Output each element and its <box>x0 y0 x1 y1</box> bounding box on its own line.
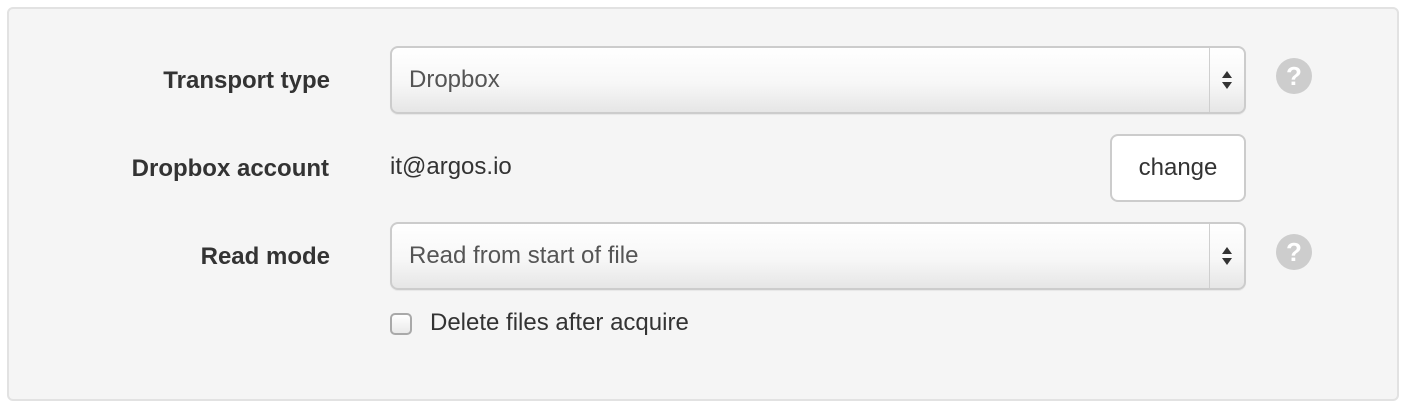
dropbox-account-value: it@argos.io <box>390 153 512 180</box>
transport-type-label: Transport type <box>163 67 330 94</box>
dropbox-account-label: Dropbox account <box>131 155 329 182</box>
delete-files-checkbox[interactable] <box>390 313 412 335</box>
select-divider <box>1209 224 1210 288</box>
transport-type-value: Dropbox <box>409 66 500 93</box>
transport-type-select[interactable]: Dropbox <box>390 46 1246 114</box>
select-arrows-icon <box>1222 247 1232 265</box>
select-arrows-icon <box>1222 71 1232 89</box>
read-mode-value: Read from start of file <box>409 242 639 269</box>
transport-type-help-icon[interactable]: ? <box>1276 58 1312 94</box>
select-divider <box>1209 48 1210 112</box>
read-mode-label: Read mode <box>200 243 330 270</box>
read-mode-help-icon[interactable]: ? <box>1276 234 1312 270</box>
delete-files-label[interactable]: Delete files after acquire <box>430 309 689 337</box>
read-mode-select[interactable]: Read from start of file <box>390 222 1246 290</box>
change-account-button[interactable]: change <box>1110 134 1246 202</box>
